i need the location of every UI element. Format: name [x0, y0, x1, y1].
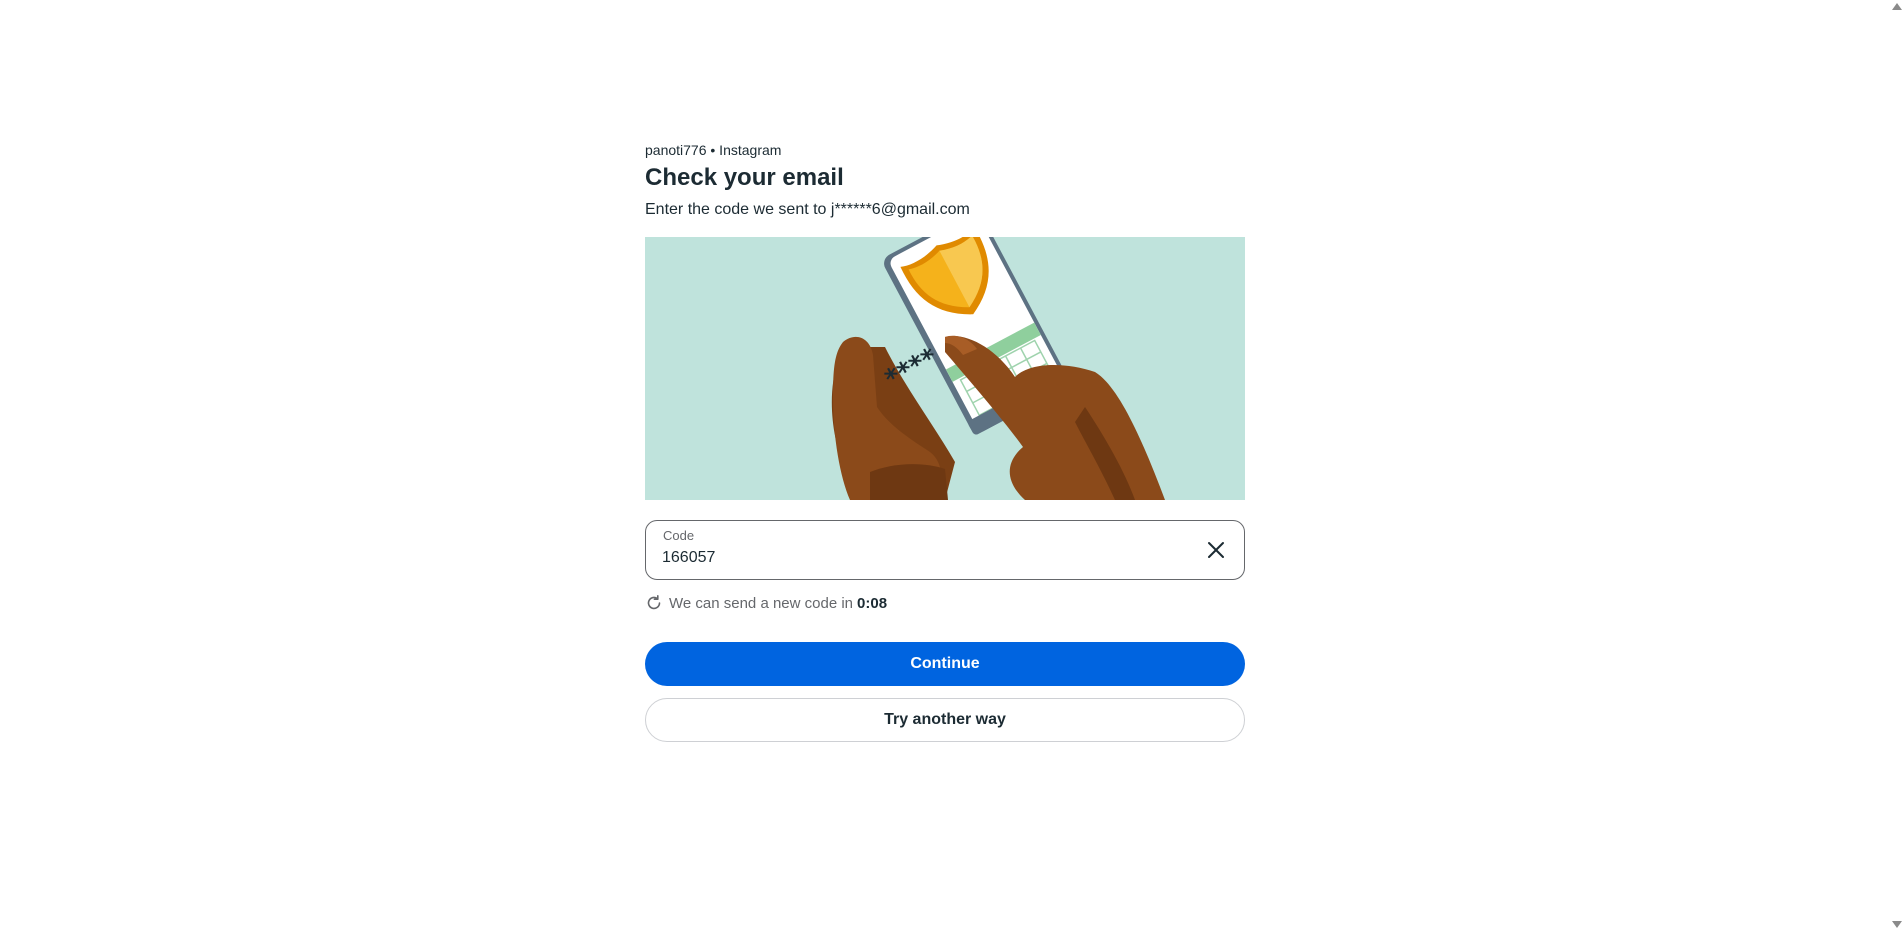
code-input[interactable]	[662, 549, 1162, 567]
continue-button[interactable]: Continue	[645, 642, 1245, 686]
code-field[interactable]: Code	[645, 520, 1245, 580]
phone-shield-illustration: ****	[645, 237, 1245, 500]
clear-input-button[interactable]	[1204, 538, 1228, 562]
scroll-down-arrow-icon[interactable]	[1892, 921, 1902, 928]
close-icon	[1208, 542, 1224, 558]
page-title: Check your email	[645, 164, 844, 191]
refresh-icon	[647, 595, 661, 610]
page-subtitle: Enter the code we sent to j******6@gmail…	[645, 201, 970, 218]
resend-timer-row: We can send a new code in 0:08	[645, 594, 1245, 612]
account-line: panoti776 • Instagram	[645, 142, 782, 158]
scroll-up-arrow-icon[interactable]	[1892, 3, 1902, 10]
code-field-label: Code	[663, 528, 695, 543]
resend-timer: 0:08	[857, 594, 888, 612]
page: panoti776 • Instagram Check your email E…	[0, 0, 1904, 933]
verification-form: panoti776 • Instagram Check your email E…	[645, 140, 1245, 742]
resend-text: We can send a new code in	[669, 594, 854, 612]
try-another-way-button[interactable]: Try another way	[645, 698, 1245, 742]
illustration-graphic: ****	[831, 237, 1165, 500]
